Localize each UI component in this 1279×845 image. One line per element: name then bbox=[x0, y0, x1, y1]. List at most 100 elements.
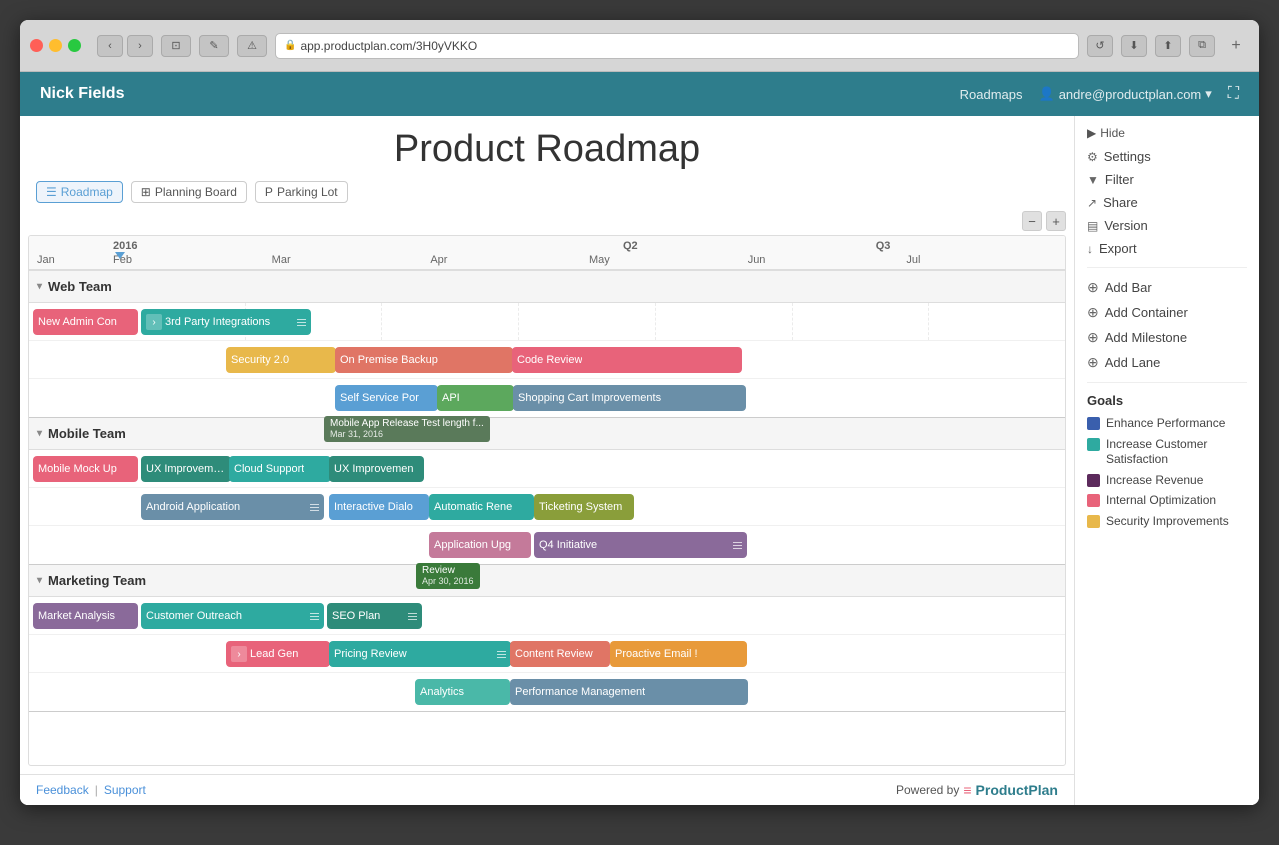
bar-shopping-cart[interactable]: Shopping Cart Improvements bbox=[513, 385, 746, 411]
bar-seo-plan[interactable]: SEO Plan bbox=[327, 603, 422, 629]
goal-increase-rev-dot bbox=[1087, 474, 1100, 487]
bar-content-review[interactable]: Content Review bbox=[510, 641, 610, 667]
menu-seo-plan[interactable] bbox=[408, 613, 417, 620]
tab-roadmap[interactable]: ☰ Roadmap bbox=[36, 181, 123, 203]
sidebar-add-milestone[interactable]: ⊕ Add Milestone bbox=[1087, 328, 1247, 347]
minimize-button[interactable] bbox=[49, 39, 62, 52]
bar-3rd-party[interactable]: › 3rd Party Integrations bbox=[141, 309, 311, 335]
bar-code-review[interactable]: Code Review bbox=[512, 347, 742, 373]
parking-tab-label: Parking Lot bbox=[277, 185, 338, 199]
sidebar-settings[interactable]: ⚙ Settings bbox=[1087, 148, 1247, 165]
marketing-milestone: Review Apr 30, 2016 bbox=[416, 563, 480, 589]
nav-buttons: ‹ › bbox=[97, 35, 153, 57]
web-team-label: Web Team bbox=[48, 279, 112, 294]
zoom-out-button[interactable]: − bbox=[1022, 211, 1042, 231]
forward-button[interactable]: › bbox=[127, 35, 153, 57]
bar-mobile-mock[interactable]: Mobile Mock Up bbox=[33, 456, 138, 482]
web-row-3: Self Service Por API Shopping Cart Impro… bbox=[29, 379, 1065, 417]
support-link[interactable]: Support bbox=[104, 783, 146, 797]
settings-label: Settings bbox=[1104, 149, 1151, 164]
lane-web-team: ▾ Web Team bbox=[29, 271, 1065, 418]
app-header: Nick Fields Roadmaps 👤 andre@productplan… bbox=[20, 72, 1259, 116]
app-footer: Feedback | Support Powered by ≡ ProductP… bbox=[20, 774, 1074, 805]
bar-customer-outreach[interactable]: Customer Outreach bbox=[141, 603, 324, 629]
bar-new-admin-con[interactable]: New Admin Con bbox=[33, 309, 138, 335]
lane-mobile-team-header[interactable]: ▾ Mobile Team Mobile App Release Test le… bbox=[29, 418, 1065, 450]
reload-button[interactable]: ↺ bbox=[1087, 35, 1113, 57]
roadmap-tab-label: Roadmap bbox=[61, 185, 113, 199]
new-tab-button[interactable]: + bbox=[1223, 35, 1249, 57]
marketing-row-2: › Lead Gen Pricing Review bbox=[29, 635, 1065, 673]
version-label: Version bbox=[1104, 218, 1147, 233]
month-jan: Jan bbox=[33, 254, 113, 266]
user-icon: 👤 bbox=[1039, 86, 1055, 102]
sidebar-share[interactable]: ↗ Share bbox=[1087, 194, 1247, 211]
bar-api[interactable]: API bbox=[437, 385, 514, 411]
expand-3rd-party[interactable]: › bbox=[146, 314, 162, 330]
sidebar-add-bar[interactable]: ⊕ Add Bar bbox=[1087, 278, 1247, 297]
reader-button[interactable]: ⊡ bbox=[161, 35, 191, 57]
bar-perf-mgmt[interactable]: Performance Management bbox=[510, 679, 748, 705]
menu-android[interactable] bbox=[310, 504, 319, 511]
pencil-button[interactable]: ✎ bbox=[199, 35, 229, 57]
bar-q4-initiative[interactable]: Q4 Initiative bbox=[534, 532, 747, 558]
nav-user[interactable]: 👤 andre@productplan.com ▾ bbox=[1039, 86, 1212, 102]
goal-internal-dot bbox=[1087, 494, 1100, 507]
bar-ux-improve2[interactable]: UX Improvemen bbox=[329, 456, 424, 482]
sidebar-export[interactable]: ↓ Export bbox=[1087, 240, 1247, 257]
hide-button[interactable]: ▶ Hide bbox=[1087, 126, 1247, 140]
menu-q4[interactable] bbox=[733, 542, 742, 549]
bar-pricing-review[interactable]: Pricing Review bbox=[329, 641, 511, 667]
share-button[interactable]: ⬆ bbox=[1155, 35, 1181, 57]
sidebar-add-lane[interactable]: ⊕ Add Lane bbox=[1087, 353, 1247, 372]
tab-parking[interactable]: P Parking Lot bbox=[255, 181, 348, 203]
mobile-team-toggle: ▾ bbox=[37, 428, 42, 439]
warning-button[interactable]: ⚠ bbox=[237, 35, 267, 57]
bar-on-premise[interactable]: On Premise Backup bbox=[335, 347, 513, 373]
expand-lead-gen[interactable]: › bbox=[231, 646, 247, 662]
menu-customer-outreach[interactable] bbox=[310, 613, 319, 620]
close-button[interactable] bbox=[30, 39, 43, 52]
nav-roadmaps[interactable]: Roadmaps bbox=[960, 87, 1023, 102]
fullscreen-icon[interactable]: ⛶ bbox=[1228, 85, 1239, 103]
bar-app-upgrade[interactable]: Application Upg bbox=[429, 532, 531, 558]
bar-ticketing[interactable]: Ticketing System bbox=[534, 494, 634, 520]
goal-security-dot bbox=[1087, 515, 1100, 528]
q2-label: Q2 bbox=[623, 240, 638, 252]
lane-web-team-header[interactable]: ▾ Web Team bbox=[29, 271, 1065, 303]
sidebar-divider-1 bbox=[1087, 267, 1247, 268]
browser-toolbar: ‹ › ⊡ ✎ ⚠ 🔒 app.productplan.com/3H0yVKKO… bbox=[20, 20, 1259, 72]
version-icon: ▤ bbox=[1087, 219, 1098, 233]
bar-auto-renew[interactable]: Automatic Rene bbox=[429, 494, 534, 520]
back-button[interactable]: ‹ bbox=[97, 35, 123, 57]
footer-brand: Powered by ≡ ProductPlan bbox=[896, 782, 1058, 798]
bar-proactive-email[interactable]: Proactive Email ! bbox=[610, 641, 747, 667]
url-bar[interactable]: 🔒 app.productplan.com/3H0yVKKO bbox=[275, 33, 1079, 59]
maximize-button[interactable] bbox=[68, 39, 81, 52]
download-button[interactable]: ⬇ bbox=[1121, 35, 1147, 57]
zoom-in-button[interactable]: + bbox=[1046, 211, 1066, 231]
sidebar-version[interactable]: ▤ Version bbox=[1087, 217, 1247, 234]
menu-pricing-review[interactable] bbox=[497, 651, 506, 658]
bar-android[interactable]: Android Application bbox=[141, 494, 324, 520]
sidebar-filter[interactable]: ▼ Filter bbox=[1087, 171, 1247, 188]
app-nav: Roadmaps 👤 andre@productplan.com ▾ ⛶ bbox=[960, 85, 1239, 103]
footer-links: Feedback | Support bbox=[36, 783, 146, 797]
bar-ux-improve1[interactable]: UX Improvement bbox=[141, 456, 231, 482]
current-indicator bbox=[115, 252, 125, 259]
bar-cloud-support[interactable]: Cloud Support bbox=[229, 456, 331, 482]
lane-marketing-team-header[interactable]: ▾ Marketing Team Review Apr 30, 2016 bbox=[29, 565, 1065, 597]
menu-3rd-party[interactable] bbox=[297, 319, 306, 326]
bar-interactive[interactable]: Interactive Dialo bbox=[329, 494, 429, 520]
bar-self-service[interactable]: Self Service Por bbox=[335, 385, 438, 411]
bar-analytics[interactable]: Analytics bbox=[415, 679, 510, 705]
bar-security[interactable]: Security 2.0 bbox=[226, 347, 336, 373]
feedback-link[interactable]: Feedback bbox=[36, 783, 89, 797]
bar-market-analysis[interactable]: Market Analysis bbox=[33, 603, 138, 629]
sidebar-add-container[interactable]: ⊕ Add Container bbox=[1087, 303, 1247, 322]
tab-planning[interactable]: ⊞ Planning Board bbox=[131, 181, 247, 203]
bar-lead-gen[interactable]: › Lead Gen bbox=[226, 641, 330, 667]
goal-security: Security Improvements bbox=[1087, 514, 1247, 530]
filter-icon: ▼ bbox=[1087, 173, 1099, 187]
tabs-button[interactable]: ⧉ bbox=[1189, 35, 1215, 57]
